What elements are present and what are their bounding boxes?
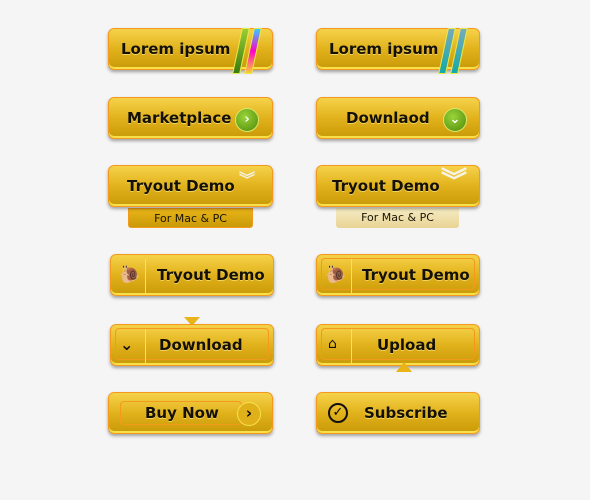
snail-icon: 🐌 [119, 265, 141, 285]
chevron-down-circle-icon: ⌄ [443, 108, 467, 132]
button-label: Lorem ipsum [121, 40, 231, 58]
button-label: Marketplace [127, 109, 232, 127]
subtitle-text: For Mac & PC [154, 212, 227, 225]
button-label: Lorem ipsum [329, 40, 439, 58]
triangle-pointer-icon [396, 362, 412, 372]
home-icon: ⌂ [328, 336, 337, 352]
download-button[interactable]: ⌄ Download [110, 324, 274, 366]
double-chevron-down-icon: ︾ [239, 170, 256, 189]
button-label: Tryout Demo [127, 177, 235, 195]
button-label: Buy Now [145, 404, 219, 422]
tryout-demo-button-2[interactable]: Tryout Demo ︾ [316, 165, 480, 207]
button-label: Tryout Demo [157, 266, 265, 284]
subscribe-button[interactable]: ✓ Subscribe [316, 392, 480, 434]
double-chevron-down-icon: ︾ [441, 167, 468, 197]
snail-icon: 🐌 [325, 265, 347, 285]
lorem-ipsum-button-2[interactable]: Lorem ipsum [316, 28, 480, 74]
marketplace-button[interactable]: Marketplace › [108, 97, 273, 139]
download-alt-button[interactable]: Downlaod ⌄ [316, 97, 480, 139]
lorem-ipsum-button-1[interactable]: Lorem ipsum [108, 28, 273, 74]
button-label: Upload [377, 336, 437, 354]
divider [145, 329, 146, 363]
chevron-down-icon: ⌄ [120, 335, 134, 354]
button-label: Tryout Demo [362, 266, 470, 284]
tryout-subtitle-2: For Mac & PC [336, 208, 459, 228]
upload-button[interactable]: ⌂ Upload [316, 324, 480, 366]
button-label: Tryout Demo [332, 177, 440, 195]
tryout-demo-button-4[interactable]: 🐌 Tryout Demo [316, 254, 480, 296]
arrow-right-icon: › [237, 402, 261, 426]
subtitle-text: For Mac & PC [361, 211, 434, 224]
divider [145, 259, 146, 293]
tryout-demo-button-3[interactable]: 🐌 Tryout Demo [110, 254, 274, 296]
divider [351, 259, 352, 293]
checkmark-circle-icon: ✓ [328, 403, 348, 423]
button-label: Downlaod [346, 109, 430, 127]
button-label: Download [159, 336, 243, 354]
arrow-right-circle-icon: › [235, 108, 259, 132]
buy-now-button[interactable]: Buy Now › [108, 392, 273, 434]
tryout-demo-button-1[interactable]: Tryout Demo ︾ [108, 165, 273, 207]
tryout-subtitle-1: For Mac & PC [128, 208, 253, 228]
divider [351, 329, 352, 363]
button-label: Subscribe [364, 404, 448, 422]
